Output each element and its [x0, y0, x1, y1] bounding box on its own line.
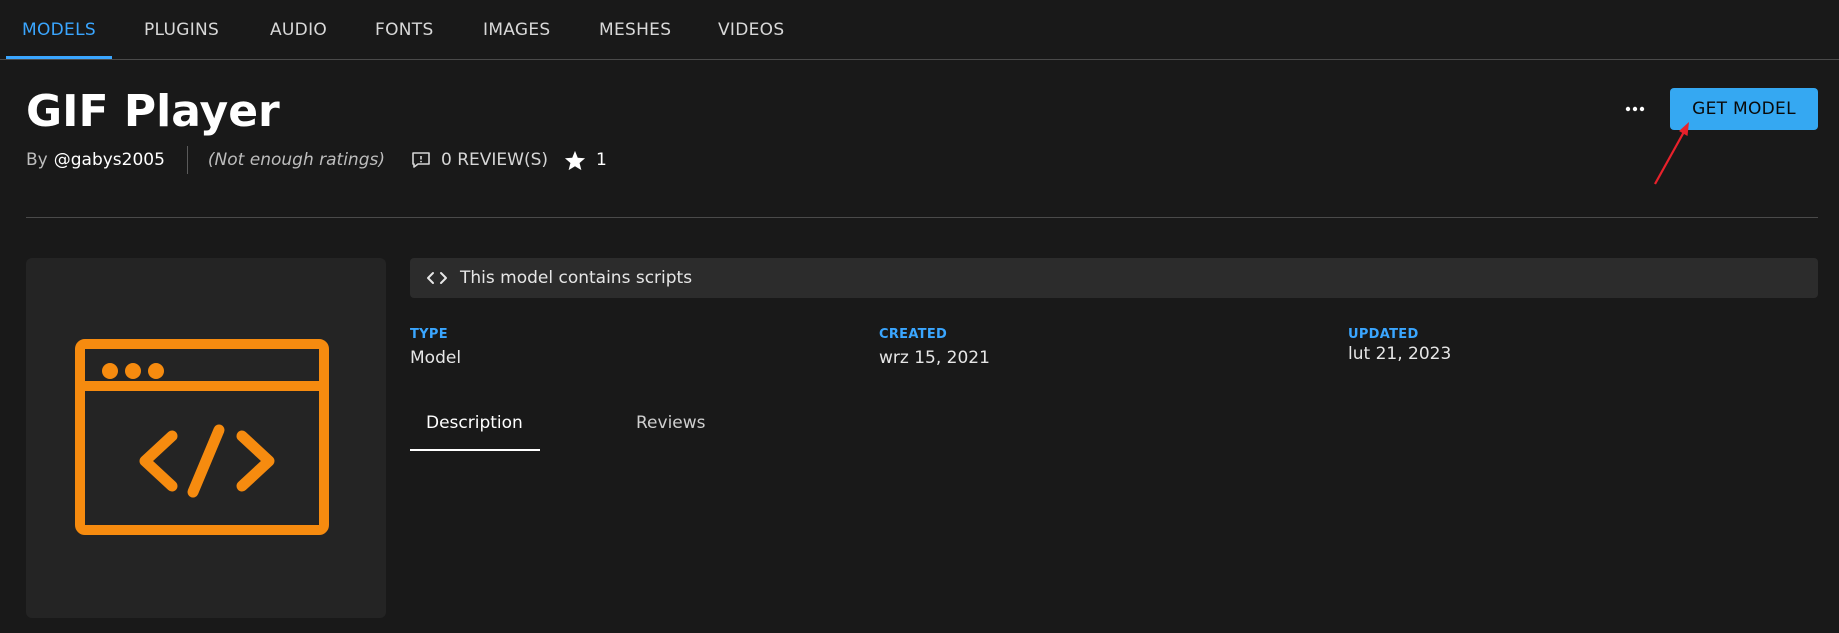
type-label: TYPE [410, 327, 448, 342]
section-divider [26, 217, 1818, 218]
nav-tab-images[interactable]: IMAGES [483, 0, 551, 60]
nav-tab-fonts[interactable]: FONTS [375, 0, 434, 60]
created-label: CREATED [879, 327, 948, 342]
nav-tab-plugins[interactable]: PLUGINS [144, 0, 219, 60]
updated-label: UPDATED [1348, 327, 1419, 342]
script-notice-text: This model contains scripts [460, 268, 693, 288]
page-title: GIF Player [26, 86, 280, 137]
reviews-count-link[interactable]: 0 REVIEW(S) [441, 150, 548, 170]
nav-tab-videos[interactable]: VIDEOS [718, 0, 784, 60]
script-window-icon [75, 339, 329, 535]
created-value: wrz 15, 2021 [879, 348, 990, 368]
by-label: By [26, 150, 48, 170]
get-model-button[interactable]: GET MODEL [1670, 88, 1818, 130]
comment-icon [411, 151, 431, 169]
rating-text: (Not enough ratings) [207, 150, 385, 170]
asset-meta-row: By @gabys2005 (Not enough ratings) 0 REV… [26, 146, 607, 174]
asset-thumbnail[interactable] [26, 258, 386, 618]
nav-active-indicator [6, 56, 112, 59]
tab-description[interactable]: Description [426, 413, 523, 453]
nav-tab-models[interactable]: MODELS [22, 0, 96, 60]
nav-tab-audio[interactable]: AUDIO [270, 0, 327, 60]
favorites-count: 1 [596, 150, 607, 170]
more-horizontal-icon [1625, 106, 1645, 112]
meta-divider [186, 146, 188, 174]
creator-link[interactable]: @gabys2005 [54, 150, 165, 170]
top-nav: MODELS PLUGINS AUDIO FONTS IMAGES MESHES… [0, 0, 1839, 60]
star-icon[interactable] [564, 150, 586, 171]
nav-tab-meshes[interactable]: MESHES [599, 0, 671, 60]
more-options-button[interactable] [1620, 98, 1650, 120]
updated-value: lut 21, 2023 [1348, 344, 1452, 364]
tab-reviews[interactable]: Reviews [636, 413, 706, 453]
content-tab-active-indicator [410, 449, 540, 451]
type-value: Model [410, 348, 462, 368]
code-brackets-icon [426, 270, 448, 286]
script-notice-banner: This model contains scripts [410, 258, 1818, 298]
